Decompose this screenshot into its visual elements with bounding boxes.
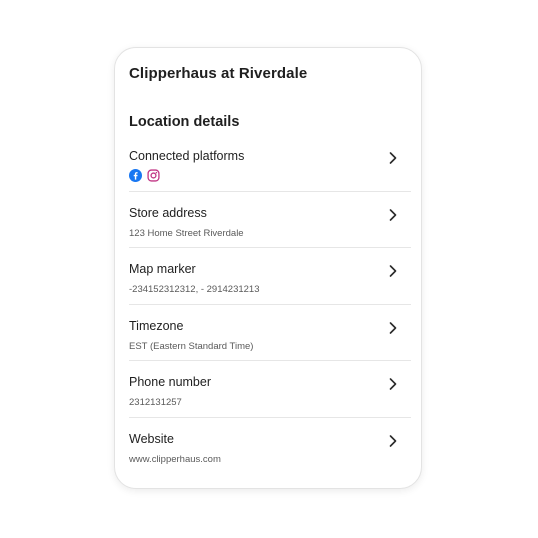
row-value: 123 Home Street Riverdale — [129, 227, 244, 239]
chevron-right-icon — [389, 265, 397, 277]
section-title: Location details — [129, 114, 240, 130]
details-list: Connected platforms Store address 123 Ho… — [129, 135, 411, 474]
row-value: www.clipperhaus.com — [129, 453, 221, 465]
row-value: -234152312312, - 2914231213 — [129, 284, 260, 295]
row-value: EST (Eastern Standard Time) — [129, 340, 254, 352]
chevron-right-icon — [389, 378, 397, 390]
row-label: Map marker — [129, 262, 196, 276]
platform-icons — [129, 169, 160, 182]
row-label: Website — [129, 431, 174, 446]
row-value: 2312131257 — [129, 397, 182, 408]
facebook-icon — [129, 169, 142, 182]
row-map-marker[interactable]: Map marker -234152312312, - 2914231213 — [129, 248, 411, 305]
row-label: Store address — [129, 205, 207, 220]
store-name-title: Clipperhaus at Riverdale — [129, 65, 308, 82]
row-timezone[interactable]: Timezone EST (Eastern Standard Time) — [129, 305, 411, 361]
row-label: Timezone — [129, 318, 184, 333]
chevron-right-icon — [389, 152, 397, 164]
row-store-address[interactable]: Store address 123 Home Street Riverdale — [129, 192, 411, 248]
row-website[interactable]: Website www.clipperhaus.com — [129, 418, 411, 475]
row-phone-number[interactable]: Phone number 2312131257 — [129, 361, 411, 418]
chevron-right-icon — [389, 321, 397, 334]
instagram-icon — [147, 169, 160, 182]
chevron-right-icon — [389, 434, 397, 447]
row-label: Phone number — [129, 375, 212, 389]
location-details-card: Clipperhaus at Riverdale Location detail… — [114, 47, 422, 489]
row-label: Connected platforms — [129, 149, 245, 163]
row-connected-platforms[interactable]: Connected platforms — [129, 135, 411, 192]
chevron-right-icon — [389, 208, 397, 221]
